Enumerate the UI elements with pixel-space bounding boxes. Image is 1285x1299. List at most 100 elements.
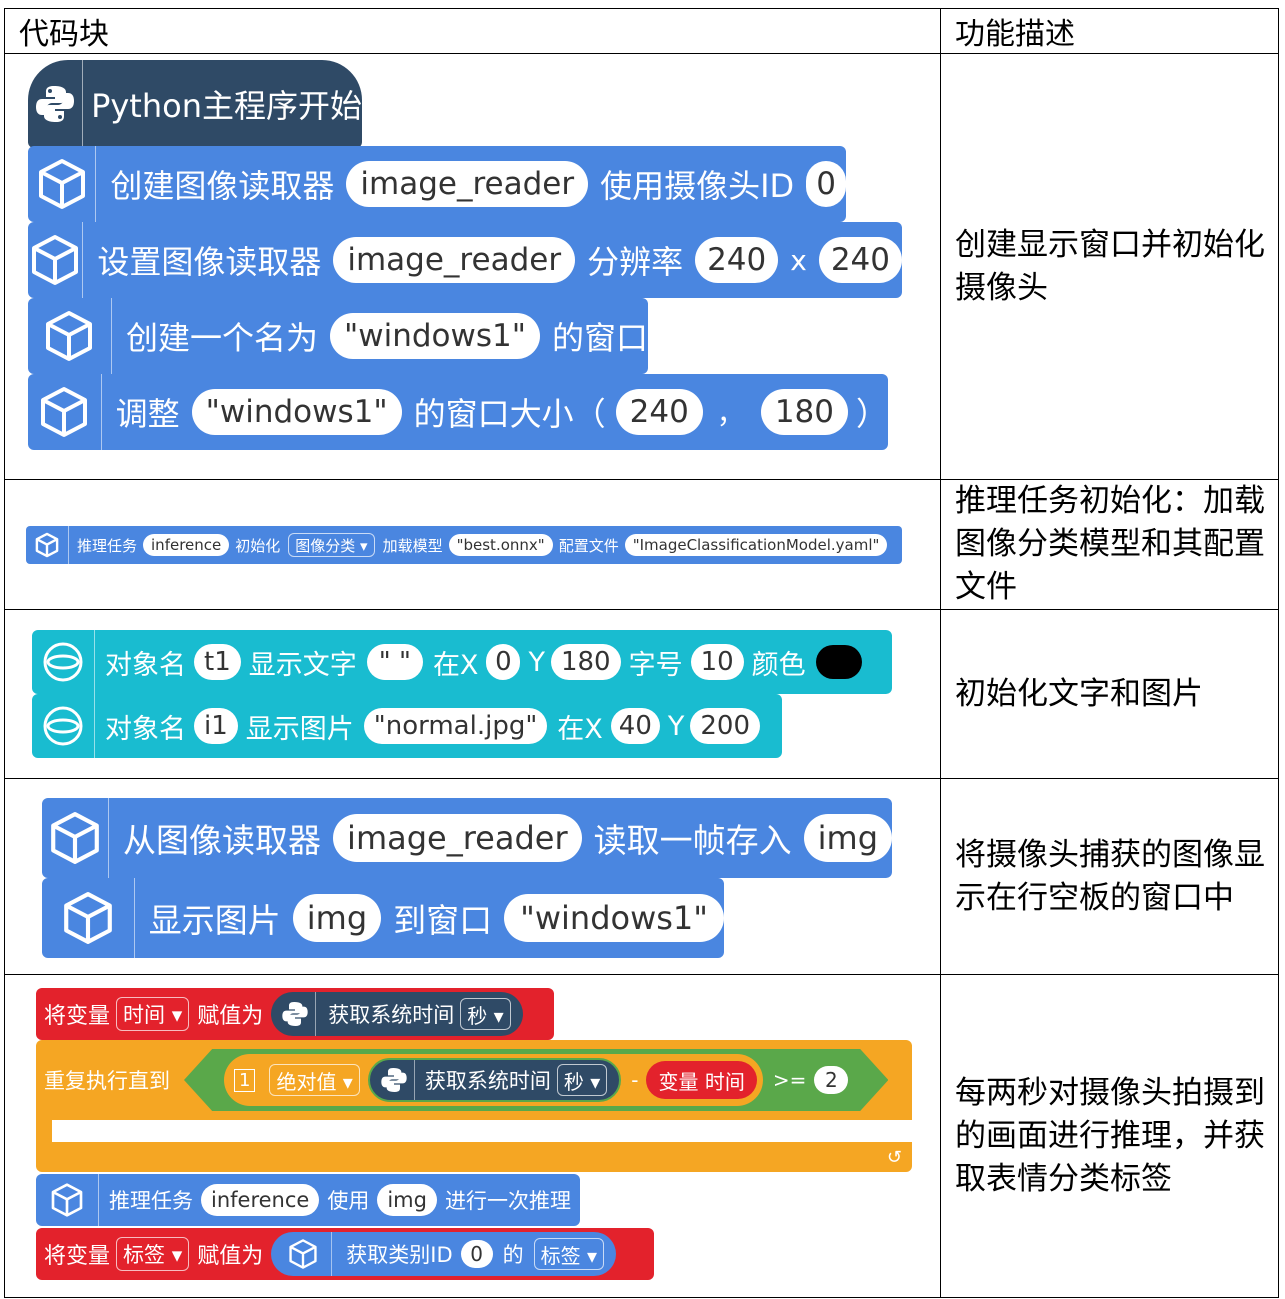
label: 进行一次推理 — [444, 1189, 571, 1213]
object-name-field[interactable]: t1 — [194, 644, 241, 680]
times-label: x — [790, 243, 807, 277]
window-name-field[interactable]: "windows1" — [191, 389, 402, 435]
resize-window-block[interactable]: 调整 "windows1" 的窗口大小（ 240 ， 180 ） — [28, 374, 888, 450]
math-function-dropdown[interactable]: 绝对值 ▾ — [269, 1064, 360, 1096]
create-window-block[interactable]: 创建一个名为 "windows1" 的窗口 — [28, 298, 648, 374]
label: ） — [855, 395, 888, 433]
header-description: 功能描述 — [940, 8, 1279, 54]
variable-dropdown[interactable]: 时间 ▾ — [116, 997, 190, 1031]
row2-desc: 推理任务初始化：加载图像分类模型和其配置文件 — [940, 479, 1279, 610]
create-reader-block[interactable]: 创建图像读取器 image_reader 使用摄像头ID 0 — [28, 146, 846, 222]
compare-block[interactable]: 1 绝对值 ▾ 获取系统时间 秒 ▾ - 变量 时间 >= 2 — [184, 1049, 889, 1111]
color-swatch[interactable] — [815, 645, 862, 679]
label: 调整 — [115, 395, 180, 433]
y-field[interactable]: 180 — [550, 644, 621, 680]
read-frame-block[interactable]: 从图像读取器 image_reader 读取一帧存入 img — [42, 798, 892, 878]
hat-label: Python主程序开始 — [91, 87, 362, 125]
label: 获取系统时间 — [328, 1003, 455, 1027]
header-code-block: 代码块 — [4, 8, 941, 54]
comma: ， — [716, 397, 745, 430]
cube-icon — [28, 298, 112, 374]
reader-name-field[interactable]: image_reader — [346, 161, 589, 207]
task-name-field[interactable]: inference — [201, 1184, 320, 1216]
label: 的窗口大小（ — [413, 395, 606, 433]
label: 将变量 — [44, 1244, 111, 1269]
image-variable-field[interactable]: img — [377, 1184, 437, 1216]
variable-dropdown[interactable]: 标签 ▾ — [116, 1237, 190, 1271]
object-name-field[interactable]: i1 — [194, 708, 238, 744]
x-field[interactable]: 0 — [486, 644, 521, 680]
python-hat-block[interactable]: Python主程序开始 — [28, 60, 362, 148]
cube-icon — [28, 222, 84, 298]
label: 创建一个名为 — [125, 319, 318, 357]
show-image-block[interactable]: 对象名 i1 显示图片 "normal.jpg" 在X 40 Y 200 — [32, 694, 782, 758]
time-unit-dropdown[interactable]: 秒 ▾ — [556, 1064, 608, 1096]
label: 获取类别ID — [346, 1243, 453, 1267]
width-field[interactable]: 240 — [695, 237, 779, 283]
task-type-dropdown[interactable]: 图像分类 ▾ — [288, 533, 375, 557]
python-icon — [374, 1060, 415, 1100]
window-width-field[interactable]: 240 — [615, 389, 703, 435]
cube-icon — [275, 1232, 333, 1276]
reader-name-field[interactable]: image_reader — [333, 814, 582, 862]
set-reader-block[interactable]: 设置图像读取器 image_reader 分辨率 240 x 240 — [28, 222, 902, 298]
repeat-until-block[interactable]: 重复执行直到 1 绝对值 ▾ 获取系统时间 秒 ▾ - 变量 时间 >= 2 — [36, 1040, 912, 1120]
get-system-time-reporter[interactable]: 获取系统时间 秒 ▾ — [367, 1058, 622, 1102]
get-class-id-reporter[interactable]: 获取类别ID 0 的 标签 ▾ — [271, 1232, 617, 1276]
label: Y — [667, 710, 685, 742]
row5-desc: 每两秒对摄像头拍摄到的画面进行推理，并获取表情分类标签 — [940, 974, 1279, 1298]
camera-id-field[interactable]: 0 — [806, 161, 846, 207]
label: 设置图像读取器 — [97, 243, 322, 281]
row3-desc: 初始化文字和图片 — [940, 609, 1279, 779]
threshold-field[interactable]: 2 — [814, 1066, 849, 1094]
show-image-window-block[interactable]: 显示图片 img 到窗口 "windows1" — [42, 878, 724, 958]
label: 初始化 — [235, 536, 281, 555]
label: 获取系统时间 — [424, 1069, 551, 1093]
label: 显示图片 — [245, 713, 354, 745]
cube-icon — [28, 374, 102, 450]
class-id-field[interactable]: 0 — [460, 1240, 493, 1268]
label: 使用 — [327, 1189, 370, 1213]
task-name-field[interactable]: inference — [143, 534, 230, 556]
label-dropdown[interactable]: 标签 ▾ — [533, 1238, 605, 1270]
label: 从图像读取器 — [123, 821, 322, 860]
reader-name-field[interactable]: image_reader — [333, 237, 576, 283]
label: 加载模型 — [382, 536, 443, 555]
set-label-variable-block[interactable]: 将变量 标签 ▾ 赋值为 获取类别ID 0 的 标签 ▾ — [36, 1228, 654, 1280]
label: 重复执行直到 — [44, 1069, 170, 1093]
cube-icon — [36, 1174, 99, 1226]
label: 颜色 — [751, 649, 806, 681]
label: 读取一帧存入 — [593, 821, 792, 860]
inference-init-block[interactable]: 推理任务 inference 初始化 图像分类 ▾ 加载模型 "best.onn… — [26, 526, 902, 564]
y-field[interactable]: 200 — [690, 708, 761, 744]
cube-icon — [28, 146, 97, 222]
x-field[interactable]: 40 — [610, 708, 660, 744]
label: 推理任务 — [77, 536, 138, 555]
oval-icon — [32, 630, 95, 694]
set-time-variable-block[interactable]: 将变量 时间 ▾ 赋值为 获取系统时间 秒 ▾ — [36, 988, 554, 1040]
window-name-field[interactable]: "windows1" — [504, 894, 724, 942]
variable-field[interactable]: img — [803, 814, 892, 862]
image-file-field[interactable]: "normal.jpg" — [363, 708, 548, 744]
row1-desc: 创建显示窗口并初始化摄像头 — [940, 53, 1279, 480]
font-size-field[interactable]: 10 — [690, 644, 744, 680]
run-inference-block[interactable]: 推理任务 inference 使用 img 进行一次推理 — [36, 1174, 580, 1226]
window-name-field[interactable]: "windows1" — [329, 313, 540, 359]
config-file-field[interactable]: "ImageClassificationModel.yaml" — [624, 534, 888, 556]
image-variable-field[interactable]: img — [292, 894, 382, 942]
text-field[interactable]: " " — [366, 644, 423, 680]
compare-operator: >= — [772, 1068, 807, 1092]
time-unit-dropdown[interactable]: 秒 ▾ — [460, 998, 511, 1030]
get-system-time-reporter[interactable]: 获取系统时间 秒 ▾ — [271, 992, 523, 1036]
window-height-field[interactable]: 180 — [760, 389, 848, 435]
height-field[interactable]: 240 — [818, 237, 902, 283]
abs-block[interactable]: 1 绝对值 ▾ 获取系统时间 秒 ▾ - 变量 时间 — [224, 1054, 763, 1106]
row4-desc: 将摄像头捕获的图像显示在行空板的窗口中 — [940, 778, 1279, 975]
show-text-block[interactable]: 对象名 t1 显示文字 " " 在X 0 Y 180 字号 10 颜色 — [32, 630, 892, 694]
label: 的窗口 — [551, 319, 648, 357]
label: 在X — [432, 649, 479, 681]
time-variable-reporter[interactable]: 变量 时间 — [646, 1061, 757, 1099]
label: 的 — [502, 1243, 524, 1267]
python-icon — [275, 992, 317, 1036]
model-file-field[interactable]: "best.onnx" — [448, 534, 553, 556]
